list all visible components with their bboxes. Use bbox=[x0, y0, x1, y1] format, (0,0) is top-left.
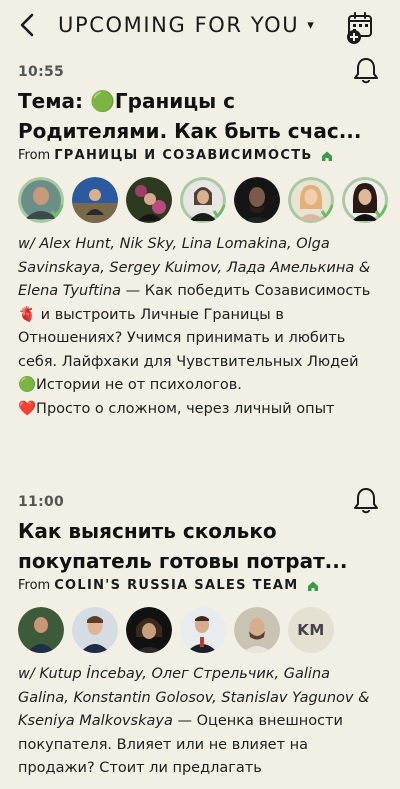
avatar[interactable] bbox=[234, 177, 280, 223]
event-title[interactable]: Тема: 🟢Границы с Родителями. Как быть сч… bbox=[18, 86, 368, 146]
upcoming-dropdown[interactable]: UPCOMING FOR YOU ▾ bbox=[58, 13, 315, 37]
avatar[interactable] bbox=[126, 607, 172, 653]
avatar[interactable] bbox=[288, 177, 334, 223]
avatar[interactable] bbox=[126, 177, 172, 223]
event-time: 11:00 bbox=[18, 494, 65, 510]
event-club: From COLIN'S RUSSIA SALES TEAM bbox=[18, 578, 382, 593]
event-description: w/ Alex Hunt, Nik Sky, Lina Lomakina, Ol… bbox=[18, 233, 380, 421]
description-text: — Как победить Созависимость 🫀 и выстрои… bbox=[18, 283, 371, 393]
event-club: From ГРАНИЦЫ И СОЗАВИСИМОСТЬ bbox=[18, 148, 382, 163]
back-arrow-icon[interactable] bbox=[14, 10, 42, 40]
avatar[interactable] bbox=[342, 177, 388, 223]
house-icon bbox=[321, 150, 333, 162]
caret-down-icon: ▾ bbox=[307, 17, 316, 33]
upcoming-page: UPCOMING FOR YOU ▾ 10:55 Тема: 🟢Границы … bbox=[0, 0, 400, 789]
house-icon bbox=[307, 580, 319, 592]
avatar[interactable] bbox=[72, 177, 118, 223]
event-time: 10:55 bbox=[18, 64, 65, 80]
event-card[interactable]: 11:00 Как выяснить сколько покупатель го… bbox=[18, 488, 382, 781]
club-name-link[interactable]: COLIN'S RUSSIA SALES TEAM bbox=[54, 578, 298, 593]
avatar[interactable] bbox=[234, 607, 280, 653]
avatar[interactable] bbox=[180, 177, 226, 223]
avatar[interactable] bbox=[180, 607, 226, 653]
event-description: w/ Kutup İncebay, Олег Стрельчик, Galina… bbox=[18, 663, 380, 781]
calendar-add-icon[interactable] bbox=[344, 10, 378, 44]
avatar[interactable] bbox=[18, 177, 64, 223]
header-title: UPCOMING FOR YOU bbox=[58, 13, 300, 37]
speaker-avatars bbox=[18, 177, 388, 223]
club-name-link[interactable]: ГРАНИЦЫ И СОЗАВИСИМОСТЬ bbox=[54, 148, 312, 163]
event-card[interactable]: 10:55 Тема: 🟢Границы с Родителями. Как б… bbox=[18, 58, 388, 421]
bell-icon[interactable] bbox=[352, 56, 380, 86]
bell-icon[interactable] bbox=[352, 486, 380, 516]
event-title[interactable]: Как выяснить сколько покупатель готовы п… bbox=[18, 516, 368, 576]
avatar-initials[interactable]: KM bbox=[288, 607, 334, 653]
speaker-avatars: KM bbox=[18, 607, 382, 653]
description-text-2: ❤️Просто о сложном, через личный опыт bbox=[18, 400, 335, 417]
avatar[interactable] bbox=[72, 607, 118, 653]
header-bar: UPCOMING FOR YOU ▾ bbox=[0, 0, 400, 52]
avatar[interactable] bbox=[18, 607, 64, 653]
